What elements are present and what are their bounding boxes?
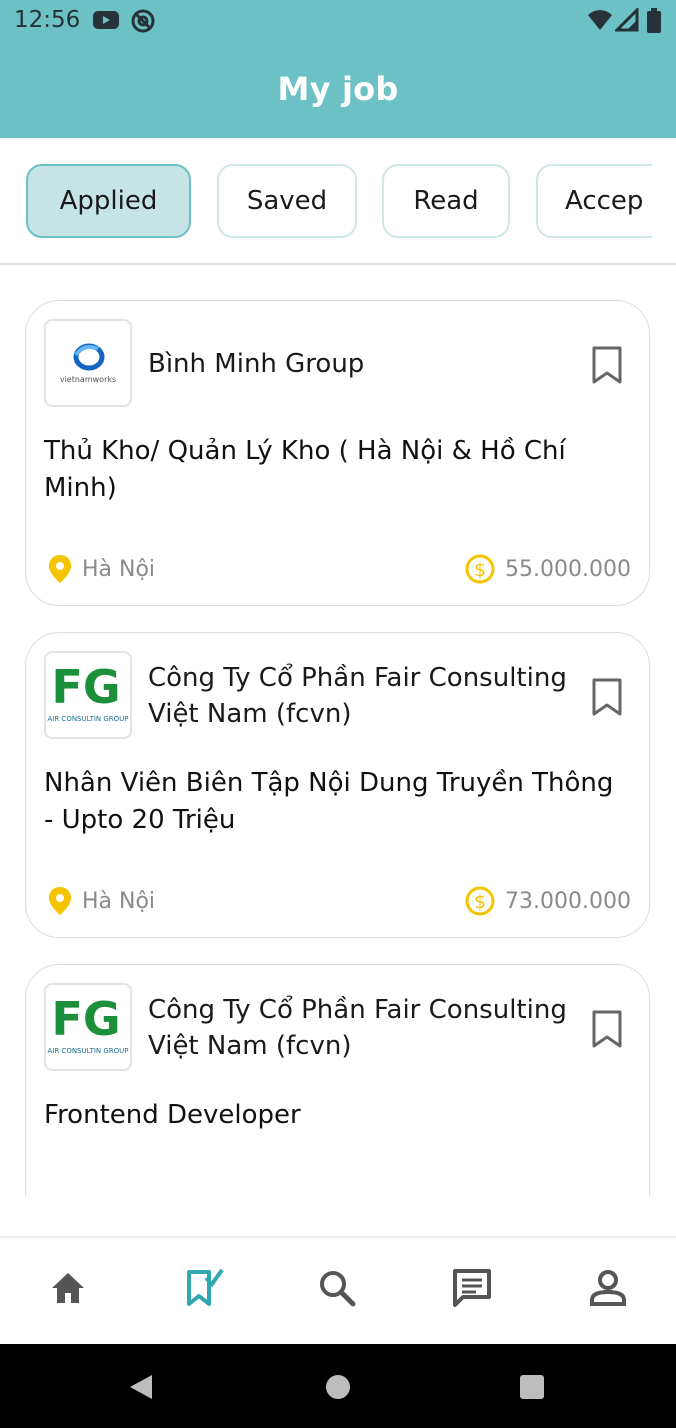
logo-mark: FG: [51, 992, 120, 1046]
tab-saved[interactable]: Saved: [217, 164, 357, 238]
company-logo: FG AIR CONSULTIN GROUP: [44, 651, 132, 739]
salary-coin-icon: $: [465, 554, 495, 584]
company-logo: vietnamworks: [44, 319, 132, 407]
nav-messages[interactable]: [450, 1266, 494, 1310]
page-title: My job: [277, 70, 399, 108]
company-logo: FG AIR CONSULTIN GROUP: [44, 983, 132, 1071]
job-salary: $ 55.000.000: [465, 554, 631, 584]
tabs-divider: [0, 263, 676, 265]
bookmark-check-icon: [187, 1268, 224, 1306]
recents-icon[interactable]: [519, 1374, 545, 1400]
logo-mark: FG: [51, 660, 120, 714]
tab-applied[interactable]: Applied: [26, 164, 191, 238]
job-title[interactable]: Thủ Kho/ Quản Lý Kho ( Hà Nội & Hồ Chí M…: [44, 433, 624, 507]
job-location: Hà Nội: [48, 886, 155, 916]
svg-text:$: $: [474, 559, 486, 581]
chat-icon: [453, 1269, 491, 1307]
nav-my-job[interactable]: [182, 1266, 226, 1310]
wifi-icon: [586, 8, 614, 36]
job-salary: $ 73.000.000: [465, 886, 631, 916]
youtube-icon: [92, 8, 120, 36]
app-bar: My job: [0, 44, 676, 138]
bookmark-icon[interactable]: [591, 1009, 623, 1049]
system-navigation-bar: [0, 1344, 676, 1428]
job-card[interactable]: FG AIR CONSULTIN GROUP Công Ty Cổ Phần F…: [25, 964, 650, 1196]
location-pin-icon: [49, 887, 71, 915]
bookmark-icon[interactable]: [591, 677, 623, 717]
location-text: Hà Nội: [82, 888, 156, 914]
at-sign-icon: [130, 8, 156, 38]
logo-text: AIR CONSULTIN GROUP: [47, 715, 128, 723]
company-name: Công Ty Cổ Phần Fair Consulting Việt Nam…: [148, 663, 567, 729]
bottom-nav: [0, 1236, 676, 1344]
filter-tabs: Applied Saved Read Accep: [0, 138, 676, 264]
bookmark-icon[interactable]: [591, 345, 623, 385]
job-list[interactable]: vietnamworks Bình Minh Group Thủ Kho/ Qu…: [0, 266, 676, 1196]
nav-profile[interactable]: [586, 1266, 630, 1310]
tab-accepted[interactable]: Accep: [536, 164, 652, 238]
job-title[interactable]: Frontend Developer: [44, 1097, 624, 1134]
home-icon: [52, 1273, 84, 1303]
job-location: Hà Nội: [48, 554, 155, 584]
location-text: Hà Nội: [82, 556, 156, 582]
nav-home[interactable]: [46, 1266, 90, 1310]
logo-text: AIR CONSULTIN GROUP: [47, 1047, 128, 1055]
salary-coin-icon: $: [465, 886, 495, 916]
home-button-icon[interactable]: [325, 1374, 351, 1400]
job-card[interactable]: vietnamworks Bình Minh Group Thủ Kho/ Qu…: [25, 300, 650, 606]
nav-search[interactable]: [315, 1266, 359, 1310]
job-card[interactable]: FG AIR CONSULTIN GROUP Công Ty Cổ Phần F…: [25, 632, 650, 938]
logo-text: vietnamworks: [60, 375, 116, 384]
tab-read[interactable]: Read: [382, 164, 510, 238]
location-pin-icon: [49, 555, 71, 583]
search-icon: [320, 1271, 356, 1307]
signal-icon: [613, 6, 639, 36]
status-bar: 12:56: [0, 0, 676, 44]
salary-text: 73.000.000: [505, 888, 631, 914]
battery-icon: [646, 8, 662, 38]
job-title[interactable]: Nhân Viên Biên Tập Nội Dung Truyền Thông…: [44, 765, 624, 839]
status-time: 12:56: [14, 7, 81, 33]
company-name: Bình Minh Group: [148, 349, 365, 379]
company-name: Công Ty Cổ Phần Fair Consulting Việt Nam…: [148, 995, 567, 1061]
salary-text: 55.000.000: [505, 556, 631, 582]
svg-text:$: $: [474, 891, 486, 913]
back-icon[interactable]: [128, 1373, 154, 1401]
profile-icon: [590, 1270, 626, 1306]
